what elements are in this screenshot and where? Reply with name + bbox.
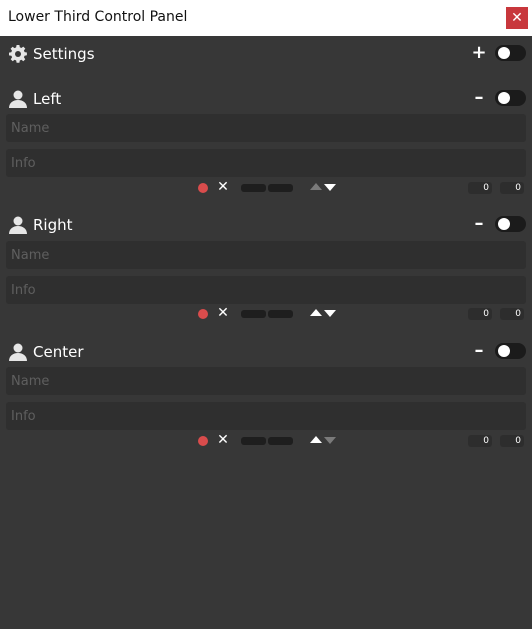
- row-label: Center: [33, 343, 84, 361]
- clear-button[interactable]: ✕: [215, 179, 231, 195]
- lower-third-header-right: Right –: [0, 213, 532, 237]
- lower-third-header-center: Center –: [0, 340, 532, 364]
- window-title: Lower Third Control Panel: [8, 9, 188, 25]
- row-controls: ✕ 0 0: [0, 179, 532, 195]
- row-toggle[interactable]: [495, 90, 526, 106]
- remove-button[interactable]: –: [471, 88, 487, 108]
- info-input[interactable]: [6, 402, 526, 430]
- move-up-button[interactable]: [310, 436, 322, 443]
- info-field-wrap: [6, 276, 526, 304]
- name-field-wrap: [6, 241, 526, 269]
- slot-bar[interactable]: [268, 184, 293, 192]
- row-label: Right: [33, 216, 73, 234]
- info-input[interactable]: [6, 149, 526, 177]
- record-button[interactable]: [198, 436, 208, 446]
- settings-header: Settings +: [0, 42, 532, 66]
- value-field-2[interactable]: 0: [500, 435, 524, 447]
- name-field-wrap: [6, 367, 526, 395]
- lower-third-header-left: Left –: [0, 87, 532, 111]
- toggle-knob: [498, 218, 510, 230]
- value-field-1[interactable]: 0: [468, 435, 492, 447]
- clear-button[interactable]: ✕: [215, 305, 231, 321]
- remove-button[interactable]: –: [471, 214, 487, 234]
- toggle-knob: [498, 92, 510, 104]
- row-controls: ✕ 0 0: [0, 305, 532, 321]
- name-input[interactable]: [6, 367, 526, 395]
- record-button[interactable]: [198, 183, 208, 193]
- slot-bar[interactable]: [268, 437, 293, 445]
- move-up-button[interactable]: [310, 309, 322, 316]
- person-icon: [9, 343, 27, 361]
- name-input[interactable]: [6, 114, 526, 142]
- value-field-1[interactable]: 0: [468, 308, 492, 320]
- clear-button[interactable]: ✕: [215, 432, 231, 448]
- row-controls: ✕ 0 0: [0, 432, 532, 448]
- title-bar: Lower Third Control Panel ✕: [0, 0, 532, 36]
- row-toggle[interactable]: [495, 216, 526, 232]
- value-field-2[interactable]: 0: [500, 308, 524, 320]
- add-button[interactable]: +: [471, 43, 487, 63]
- close-button[interactable]: ✕: [506, 7, 528, 29]
- record-button[interactable]: [198, 309, 208, 319]
- row-label: Left: [33, 90, 62, 108]
- settings-label: Settings: [33, 45, 95, 63]
- info-input[interactable]: [6, 276, 526, 304]
- move-down-button[interactable]: [324, 184, 336, 191]
- toggle-knob: [498, 345, 510, 357]
- person-icon: [9, 216, 27, 234]
- slot-bar[interactable]: [241, 310, 266, 318]
- slot-bar[interactable]: [268, 310, 293, 318]
- move-down-button[interactable]: [324, 310, 336, 317]
- person-icon: [9, 90, 27, 108]
- value-field-1[interactable]: 0: [468, 182, 492, 194]
- slot-bar[interactable]: [241, 184, 266, 192]
- move-up-button[interactable]: [310, 183, 322, 190]
- remove-button[interactable]: –: [471, 341, 487, 361]
- row-toggle[interactable]: [495, 343, 526, 359]
- slot-bar[interactable]: [241, 437, 266, 445]
- name-input[interactable]: [6, 241, 526, 269]
- info-field-wrap: [6, 149, 526, 177]
- info-field-wrap: [6, 402, 526, 430]
- move-down-button[interactable]: [324, 437, 336, 444]
- toggle-knob: [498, 47, 510, 59]
- gear-icon: [9, 45, 27, 63]
- name-field-wrap: [6, 114, 526, 142]
- value-field-2[interactable]: 0: [500, 182, 524, 194]
- settings-toggle[interactable]: [495, 45, 526, 61]
